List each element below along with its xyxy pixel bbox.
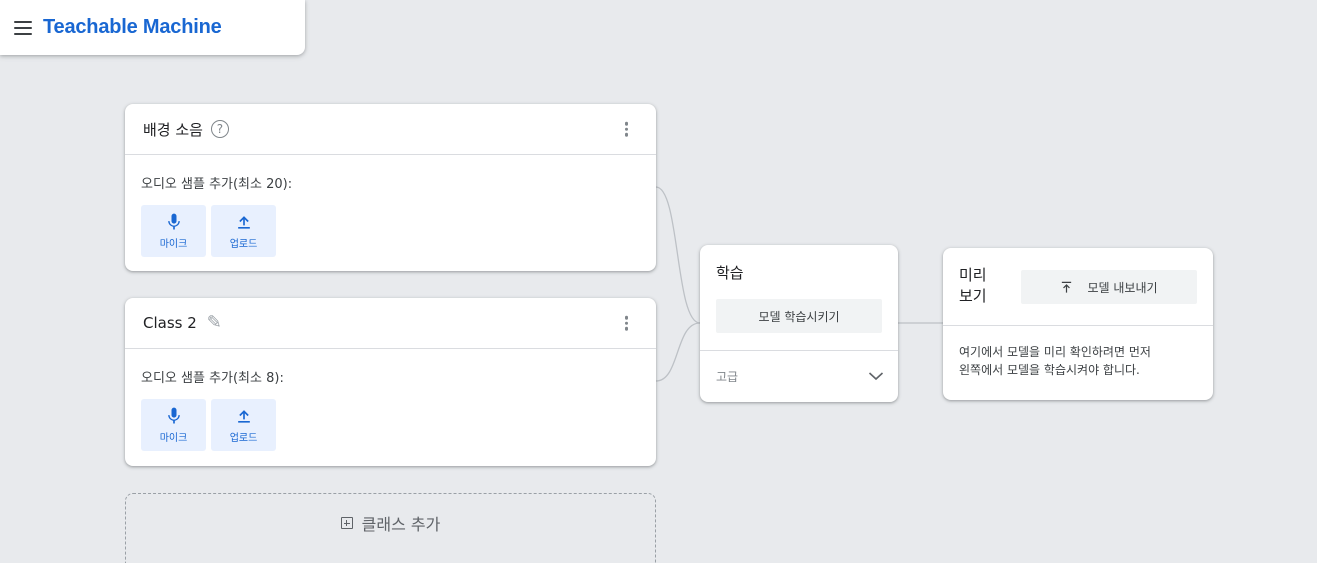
training-card: 학습 모델 학습시키기 고급 (700, 245, 898, 402)
preview-message-line-2: 왼쪽에서 모델을 학습시켜야 합니다. (959, 363, 1140, 377)
mic-button-label: 마이크 (159, 239, 188, 250)
more-options-icon[interactable] (621, 312, 633, 335)
app-title: Teachable Machine (43, 16, 222, 38)
class-name[interactable]: 배경 소음 (143, 119, 203, 140)
training-title: 학습 (716, 264, 744, 282)
sample-buttons: 마이크 업로드 (141, 399, 640, 451)
class-card-header: 배경 소음 ? (125, 104, 656, 155)
hamburger-menu-icon[interactable] (14, 20, 32, 35)
training-card-top: 학습 모델 학습시키기 (700, 245, 898, 351)
sample-buttons: 마이크 업로드 (141, 205, 640, 257)
preview-message-line-1: 여기에서 모델을 미리 확인하려면 먼저 (959, 345, 1151, 359)
upload-icon (237, 410, 250, 423)
class-card-header: Class 2 ✎ (125, 298, 656, 349)
mic-button[interactable]: 마이크 (141, 205, 206, 257)
sample-label: 오디오 샘플 추가(최소 8): (141, 371, 284, 386)
sample-label: 오디오 샘플 추가(최소 20): (141, 177, 293, 192)
advanced-toggle[interactable]: 고급 (700, 351, 898, 401)
upload-icon (237, 216, 250, 229)
export-model-label: 모델 내보내기 (1087, 280, 1158, 295)
microphone-icon (167, 213, 180, 230)
export-icon (1062, 281, 1072, 293)
export-model-button[interactable]: 모델 내보내기 (1021, 270, 1197, 304)
mic-button[interactable]: 마이크 (141, 399, 206, 451)
preview-title: 미리 보기 (959, 266, 987, 305)
pencil-icon[interactable]: ✎ (207, 314, 222, 332)
microphone-icon (167, 407, 180, 424)
question-circle-icon[interactable]: ? (210, 120, 229, 138)
upload-button[interactable]: 업로드 (211, 205, 276, 257)
add-class-label: 클래스 추가 (361, 515, 441, 534)
mic-button-label: 마이크 (159, 433, 188, 444)
class-card-body: 오디오 샘플 추가(최소 8): 마이크 업로드 (125, 349, 656, 467)
upload-button-label: 업로드 (229, 239, 258, 250)
class-name[interactable]: Class 2 (143, 314, 197, 332)
more-options-icon[interactable] (621, 118, 633, 141)
class-card-body: 오디오 샘플 추가(최소 20): 마이크 업로드 (125, 155, 656, 273)
preview-card: 미리 보기 모델 내보내기 여기에서 모델을 미리 확인하려면 먼저 왼쪽에서 … (943, 248, 1213, 400)
preview-message: 여기에서 모델을 미리 확인하려면 먼저 왼쪽에서 모델을 학습시켜야 합니다. (943, 326, 1213, 379)
upload-button[interactable]: 업로드 (211, 399, 276, 451)
upload-button-label: 업로드 (229, 433, 258, 444)
app-header: Teachable Machine (0, 0, 305, 55)
advanced-label: 고급 (716, 369, 739, 384)
chevron-down-icon (868, 372, 884, 381)
class-card-class-2: Class 2 ✎ 오디오 샘플 추가(최소 8): 마이크 업로드 (125, 298, 656, 466)
train-model-button[interactable]: 모델 학습시키기 (716, 299, 882, 333)
preview-card-top: 미리 보기 모델 내보내기 (943, 248, 1213, 326)
class-card-background-noise: 배경 소음 ? 오디오 샘플 추가(최소 20): 마이크 업로드 (125, 104, 656, 271)
plus-box-icon (340, 517, 353, 529)
add-class-button[interactable]: 클래스 추가 (125, 493, 656, 563)
